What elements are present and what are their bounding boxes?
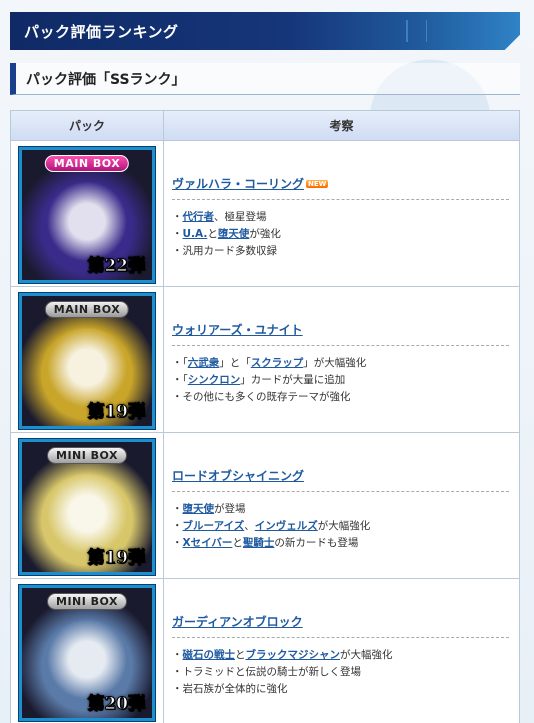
dashed-divider: [172, 637, 509, 638]
note-text: が登場: [214, 503, 246, 515]
note-link[interactable]: シンクロン: [188, 374, 241, 386]
notes-list: ・代行者、極星登場 ・U.A.と堕天使が強化 ・汎用カード多数収録: [172, 209, 509, 260]
pack-image[interactable]: MINI BOX 第20弾: [19, 585, 155, 721]
note-item: ・堕天使が登場: [172, 501, 509, 518]
banner-circuit-decoration: [396, 20, 506, 42]
notes-list: ・堕天使が登場 ・ブルーアイズ、インヴェルズが大幅強化 ・Xセイバーと聖騎士の新カー…: [172, 501, 509, 552]
note-text: と: [207, 228, 218, 240]
analysis-cell: ウォリアーズ・ユナイト ・「六武衆」と「スクラップ」が大幅強化 ・「シンクロン」カー…: [164, 287, 519, 432]
page-banner: パック評価ランキング: [10, 12, 520, 50]
pack-cell: MINI BOX 第20弾: [11, 579, 164, 723]
pack-name-link[interactable]: ヴァルハラ・コーリング: [172, 175, 304, 192]
pack-box-label: MAIN BOX: [44, 155, 130, 172]
pack-image[interactable]: MAIN BOX 第22弾: [19, 147, 155, 283]
note-text: 」と「: [219, 357, 251, 369]
note-link[interactable]: インヴェルズ: [255, 520, 318, 532]
note-item: ・磁石の戦士とブラックマジシャンが大幅強化: [172, 647, 509, 664]
note-text: の新カードも登場: [274, 537, 359, 549]
note-link[interactable]: 磁石の戦士: [183, 649, 236, 661]
section-heading-title: パック評価「SSランク」: [26, 71, 186, 88]
note-text: ・「: [172, 357, 188, 369]
note-text: ・: [172, 503, 183, 515]
note-text: 」カードが大量に追加: [240, 374, 346, 386]
pack-number: 第19弾: [87, 402, 146, 423]
note-link[interactable]: ブラックマジシャン: [246, 649, 341, 661]
note-link[interactable]: 堕天使: [218, 228, 250, 240]
note-link[interactable]: 代行者: [183, 211, 215, 223]
dashed-divider: [172, 491, 509, 492]
note-text: と: [235, 649, 246, 661]
page-banner-title: パック評価ランキング: [24, 22, 179, 41]
pack-cell: MINI BOX 第19弾: [11, 433, 164, 578]
note-item: ・ブルーアイズ、インヴェルズが大幅強化: [172, 518, 509, 535]
note-text: ・: [172, 228, 183, 240]
table-header-row: パック 考察: [11, 111, 519, 141]
pack-cell: MAIN BOX 第22弾: [11, 141, 164, 286]
pack-name-link[interactable]: ロードオブシャイニング: [172, 467, 304, 484]
note-text: 、極星登場: [214, 211, 267, 223]
analysis-cell: ガーディアンオブロック・磁石の戦士とブラックマジシャンが大幅強化・トラミッドと伝…: [164, 579, 519, 723]
analysis-cell: ヴァルハラ・コーリング NEW ・代行者、極星登場 ・U.A.と堕天使が強化 ・汎用カー…: [164, 141, 519, 286]
dashed-divider: [172, 199, 509, 200]
pack-name-link[interactable]: ガーディアンオブロック: [172, 613, 303, 630]
note-text: ・トラミッドと伝説の騎士が新しく登場: [172, 666, 361, 678]
table-body: MAIN BOX 第22弾 ヴァルハラ・コーリング NEW ・代行者、極星登場 ・U.A.…: [11, 141, 519, 723]
pack-cell: MAIN BOX 第19弾: [11, 287, 164, 432]
note-item: ・Xセイバーと聖騎士の新カードも登場: [172, 535, 509, 552]
table-row: MINI BOX 第20弾 ガーディアンオブロック ・磁石の戦士とブラックマジシャンが…: [11, 579, 519, 723]
header-pack: パック: [11, 111, 164, 140]
header-analysis: 考察: [164, 111, 519, 140]
note-text: と: [232, 537, 243, 549]
dashed-divider: [172, 345, 509, 346]
note-text: 」が大幅強化: [303, 357, 367, 369]
note-text: ・: [172, 520, 183, 532]
pack-box-label: MINI BOX: [47, 593, 127, 610]
note-text: ・「: [172, 374, 188, 386]
pack-box-label: MAIN BOX: [44, 301, 130, 318]
pack-number: 第22弾: [87, 256, 146, 277]
note-link[interactable]: スクラップ: [251, 357, 304, 369]
note-link[interactable]: Xセイバー: [183, 537, 233, 549]
note-link[interactable]: 堕天使: [183, 503, 215, 515]
note-item: ・「シンクロン」カードが大量に追加: [172, 372, 509, 389]
note-text: が強化: [249, 228, 281, 240]
note-link[interactable]: 聖騎士: [243, 537, 275, 549]
table-row: MAIN BOX 第19弾 ウォリアーズ・ユナイト・「六武衆」と「スクラップ」が大幅…: [11, 287, 519, 433]
table-row: MINI BOX 第19弾 ロードオブシャイニング ・堕天使が登場 ・ブルーアイズ、イン…: [11, 433, 519, 579]
note-text: ・岩石族が全体的に強化: [172, 683, 288, 695]
note-item: ・U.A.と堕天使が強化: [172, 226, 509, 243]
pack-ranking-table: パック 考察 MAIN BOX 第22弾 ヴァルハラ・コーリング NEW ・代行者、極星…: [10, 110, 520, 723]
analysis-cell: ロードオブシャイニング ・堕天使が登場 ・ブルーアイズ、インヴェルズが大幅強化 ・Xセ…: [164, 433, 519, 578]
note-text: ・: [172, 537, 183, 549]
note-text: ・: [172, 649, 183, 661]
note-text: ・汎用カード多数収録: [172, 245, 277, 257]
pack-number: 第19弾: [87, 548, 146, 569]
note-text: が大幅強化: [340, 649, 393, 661]
section-heading: パック評価「SSランク」: [10, 63, 520, 95]
note-item: ・「六武衆」と「スクラップ」が大幅強化: [172, 355, 509, 372]
notes-list: ・「六武衆」と「スクラップ」が大幅強化 ・「シンクロン」カードが大量に追加 ・その他…: [172, 355, 509, 406]
note-text: ・: [172, 211, 183, 223]
table-row: MAIN BOX 第22弾 ヴァルハラ・コーリング NEW ・代行者、極星登場 ・U.A.…: [11, 141, 519, 287]
note-text: が大幅強化: [317, 520, 371, 532]
note-item: ・代行者、極星登場: [172, 209, 509, 226]
note-item: ・岩石族が全体的に強化: [172, 681, 509, 698]
note-link[interactable]: ブルーアイズ: [183, 520, 245, 532]
pack-number: 第20弾: [87, 694, 146, 715]
note-link[interactable]: U.A.: [183, 228, 208, 240]
note-item: ・トラミッドと伝説の騎士が新しく登場: [172, 664, 509, 681]
note-text: ・その他にも多くの既存テーマが強化: [172, 391, 351, 403]
note-link[interactable]: 六武衆: [188, 357, 220, 369]
notes-list: ・磁石の戦士とブラックマジシャンが大幅強化 ・トラミッドと伝説の騎士が新しく登場・…: [172, 647, 509, 698]
note-item: ・その他にも多くの既存テーマが強化: [172, 389, 509, 406]
pack-name-link[interactable]: ウォリアーズ・ユナイト: [172, 321, 303, 338]
note-item: ・汎用カード多数収録: [172, 243, 509, 260]
pack-image[interactable]: MINI BOX 第19弾: [19, 439, 155, 575]
new-badge: NEW: [306, 180, 329, 188]
note-text: 、: [244, 520, 255, 532]
pack-box-label: MINI BOX: [47, 447, 127, 464]
pack-image[interactable]: MAIN BOX 第19弾: [19, 293, 155, 429]
